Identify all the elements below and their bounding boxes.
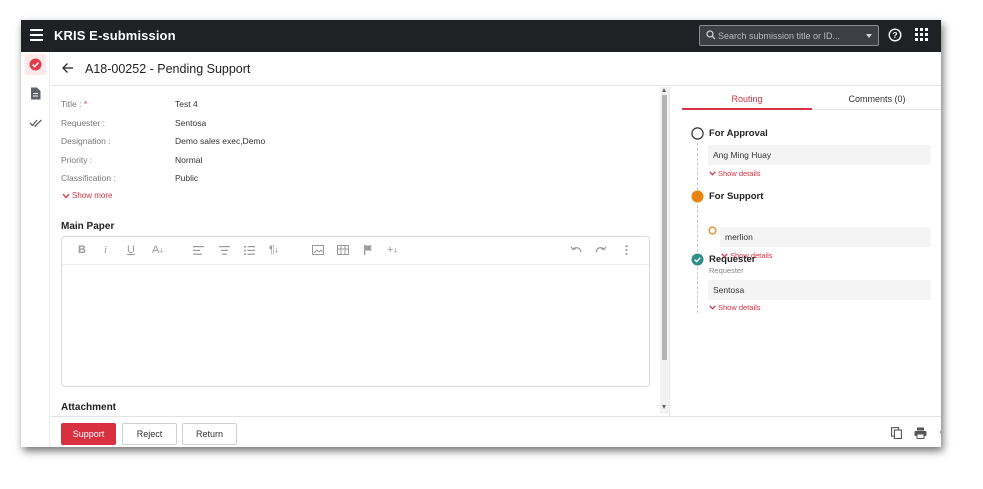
insert-icon[interactable]: +ↆ bbox=[387, 245, 397, 257]
show-details-label: Show details bbox=[718, 169, 761, 178]
show-details-link[interactable]: Show details bbox=[709, 169, 761, 178]
help-icon[interactable]: ? bbox=[888, 28, 902, 42]
apps-grid-icon[interactable] bbox=[915, 28, 928, 41]
person-status-icon bbox=[708, 226, 717, 235]
back-arrow-icon[interactable] bbox=[61, 62, 74, 74]
main-scrollbar[interactable] bbox=[660, 87, 669, 414]
page-header: A18-00252 - Pending Support bbox=[51, 52, 941, 86]
copy-icon[interactable] bbox=[891, 427, 902, 439]
routing-panel: Routing Comments (0) For Approval Ang Mi… bbox=[669, 87, 941, 417]
action-footer: Support Reject Return bbox=[51, 416, 941, 447]
completed-step-icon bbox=[691, 253, 704, 266]
main-paper-title: Main Paper bbox=[61, 221, 115, 232]
menu-icon[interactable] bbox=[30, 29, 43, 41]
tab-routing[interactable]: Routing bbox=[682, 87, 812, 110]
app-title: KRIS E-submission bbox=[54, 28, 176, 43]
more-vertical-icon[interactable] bbox=[625, 245, 628, 255]
attachment-title: Attachment bbox=[61, 402, 117, 413]
top-bar: KRIS E-submission ? bbox=[21, 20, 941, 52]
main-paper-editor[interactable]: B i U Aↆ ¶ↆ +ↆ bbox=[61, 236, 650, 387]
undo-icon[interactable] bbox=[570, 246, 582, 254]
page-title: A18-00252 - Pending Support bbox=[85, 62, 251, 76]
numbered-list-icon[interactable] bbox=[244, 246, 255, 255]
rail-documents-button[interactable] bbox=[25, 83, 46, 104]
search-icon bbox=[706, 30, 716, 40]
double-check-icon bbox=[29, 119, 42, 127]
print-icon[interactable] bbox=[914, 427, 927, 439]
tab-comments[interactable]: Comments (0) bbox=[812, 87, 941, 110]
reject-button[interactable]: Reject bbox=[122, 423, 177, 445]
priority-label: Priority : bbox=[61, 155, 93, 165]
italic-icon[interactable]: i bbox=[104, 245, 107, 256]
font-size-icon[interactable]: Aↆ bbox=[152, 245, 163, 257]
rail-pending-button[interactable] bbox=[25, 54, 46, 75]
check-circle-icon bbox=[29, 58, 42, 71]
requester-label: Requester : bbox=[61, 118, 105, 128]
step-title: Requester bbox=[709, 254, 756, 265]
step-person: merlion bbox=[720, 227, 931, 247]
routing-connector bbox=[697, 267, 698, 313]
chevron-down-icon bbox=[709, 305, 716, 310]
required-star: * bbox=[83, 99, 88, 109]
pending-step-icon bbox=[691, 127, 704, 140]
bold-icon[interactable]: B bbox=[78, 245, 86, 256]
history-icon[interactable] bbox=[939, 427, 941, 439]
underline-icon[interactable]: U bbox=[127, 245, 135, 256]
redo-icon[interactable] bbox=[595, 246, 607, 254]
step-subtitle: Requester bbox=[709, 266, 744, 275]
show-details-label: Show details bbox=[718, 303, 761, 312]
submission-details: Title : * Test 4 Requester : Sentosa Des… bbox=[51, 87, 669, 417]
flag-icon[interactable] bbox=[363, 245, 373, 255]
classification-label: Classification : bbox=[61, 173, 116, 183]
routing-connector bbox=[697, 143, 698, 195]
requester-value: Sentosa bbox=[175, 118, 207, 128]
scroll-up-icon[interactable] bbox=[662, 88, 666, 92]
show-more-link[interactable]: Show more bbox=[62, 191, 112, 200]
app-window: KRIS E-submission ? A18-00252 - Pending … bbox=[21, 20, 941, 447]
support-button[interactable]: Support bbox=[61, 423, 116, 445]
image-icon[interactable] bbox=[312, 245, 324, 255]
search-input[interactable] bbox=[718, 28, 858, 43]
svg-text:?: ? bbox=[892, 30, 897, 40]
classification-value: Public bbox=[175, 173, 199, 183]
chevron-down-icon bbox=[62, 193, 70, 198]
align-center-icon[interactable] bbox=[219, 246, 230, 255]
title-label: Title : * bbox=[61, 99, 88, 109]
rail-completed-button[interactable] bbox=[25, 112, 46, 133]
designation-label: Designation : bbox=[61, 136, 111, 146]
step-title: For Support bbox=[709, 191, 764, 202]
step-title: For Approval bbox=[709, 128, 768, 139]
editor-toolbar: B i U Aↆ ¶ↆ +ↆ bbox=[62, 237, 649, 265]
routing-connector bbox=[697, 205, 698, 257]
table-icon[interactable] bbox=[337, 245, 349, 255]
current-step-icon bbox=[691, 190, 704, 203]
priority-value: Normal bbox=[175, 155, 203, 165]
paragraph-icon[interactable]: ¶ↆ bbox=[269, 245, 279, 257]
search-dropdown-icon[interactable] bbox=[866, 34, 872, 38]
title-value: Test 4 bbox=[175, 99, 198, 109]
scroll-thumb[interactable] bbox=[662, 95, 667, 360]
align-left-icon[interactable] bbox=[193, 246, 204, 255]
chevron-down-icon bbox=[709, 171, 716, 176]
show-more-label: Show more bbox=[72, 191, 113, 200]
designation-value: Demo sales exec,Demo bbox=[175, 136, 266, 146]
scroll-down-icon[interactable] bbox=[662, 405, 666, 409]
return-button[interactable]: Return bbox=[182, 423, 237, 445]
step-person: Ang Ming Huay bbox=[708, 145, 931, 165]
document-icon bbox=[31, 87, 41, 100]
left-rail bbox=[21, 52, 50, 447]
step-person: Sentosa bbox=[708, 280, 931, 300]
show-details-link[interactable]: Show details bbox=[709, 303, 761, 312]
search-box[interactable] bbox=[699, 25, 879, 46]
